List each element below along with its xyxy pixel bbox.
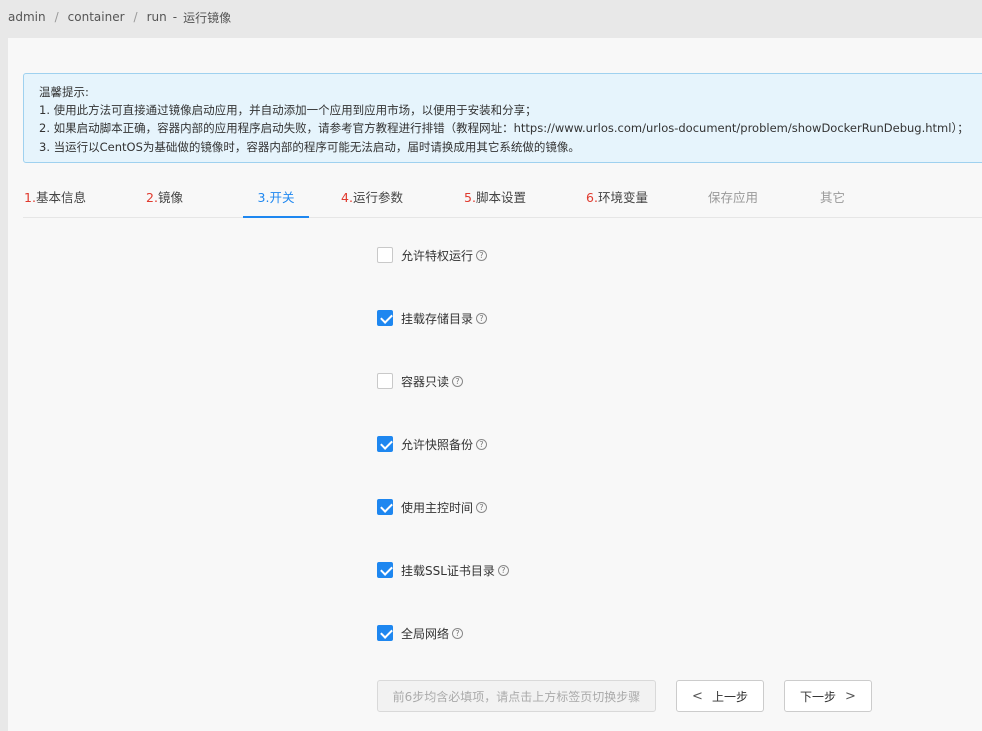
option-label: 全局网络: [401, 626, 450, 641]
tab-number: 3.: [257, 190, 270, 205]
help-icon[interactable]: ?: [452, 375, 464, 387]
help-icon[interactable]: ?: [497, 564, 509, 576]
tab-number: 4.: [341, 190, 353, 205]
tab-env-vars[interactable]: 6.环境变量: [586, 180, 648, 218]
option-mount-storage[interactable]: 挂载存储目录 ?: [377, 309, 488, 327]
tab-label: 环境变量: [597, 190, 648, 205]
notice-line-3: 3. 当运行以CentOS为基础做的镜像时，容器内部的程序可能无法启动，届时请换…: [39, 139, 580, 154]
chevron-left-icon: <: [692, 688, 703, 704]
tab-number: 6.: [586, 190, 598, 205]
tab-label: 保存应用: [708, 190, 759, 205]
breadcrumb-current: 运行镜像: [183, 10, 232, 25]
tab-label: 运行参数: [352, 190, 403, 205]
option-label: 挂载存储目录: [401, 311, 474, 326]
option-privileged[interactable]: 允许特权运行 ?: [377, 246, 488, 264]
readonly-checkbox[interactable]: [377, 373, 393, 389]
mount-storage-checkbox[interactable]: [377, 310, 393, 326]
option-global-network[interactable]: 全局网络 ?: [377, 624, 464, 642]
notice-box: 温馨提示: 1. 使用此方法可直接通过镜像启动应用，并自动添加一个应用到应用市场…: [23, 73, 982, 163]
prev-step-label: 上一步: [711, 689, 748, 704]
notice-line-2: 2. 如果启动脚本正确，容器内部的应用程序启动失败，请参考官方教程进行排错（教程…: [39, 121, 969, 136]
prev-step-button[interactable]: < 上一步: [676, 680, 764, 712]
breadcrumb-container[interactable]: container: [68, 10, 125, 24]
tab-number: 5.: [464, 190, 476, 205]
step-tabs: 1.基本信息 2.镜像 3.开关 4.运行参数 5.脚本设置 6.环境变量 保存…: [23, 180, 982, 218]
notice-line-1: 1. 使用此方法可直接通过镜像启动应用，并自动添加一个应用到应用市场，以便用于安…: [39, 103, 537, 118]
next-step-button[interactable]: 下一步 >: [784, 680, 872, 712]
main-panel: 温馨提示: 1. 使用此方法可直接通过镜像启动应用，并自动添加一个应用到应用市场…: [8, 38, 982, 731]
help-icon[interactable]: ?: [476, 312, 488, 324]
next-step-label: 下一步: [800, 689, 837, 704]
tab-basic-info[interactable]: 1.基本信息: [24, 180, 86, 218]
breadcrumb-separator: /: [133, 10, 138, 24]
breadcrumb-admin[interactable]: admin: [8, 10, 46, 24]
option-label: 容器只读: [401, 374, 450, 389]
notice-title: 温馨提示:: [39, 85, 89, 99]
global-network-checkbox[interactable]: [377, 625, 393, 641]
required-hint-button: 前6步均含必填项，请点击上方标签页切换步骤: [377, 680, 656, 712]
tab-run-params[interactable]: 4.运行参数: [341, 180, 403, 218]
option-snapshot-backup[interactable]: 允许快照备份 ?: [377, 435, 488, 453]
option-master-time[interactable]: 使用主控时间 ?: [377, 498, 488, 516]
snapshot-backup-checkbox[interactable]: [377, 436, 393, 452]
tab-other: 其它: [820, 180, 845, 218]
tab-number: 2.: [146, 190, 158, 205]
tab-image[interactable]: 2.镜像: [146, 180, 183, 218]
tab-label: 其它: [820, 190, 846, 205]
option-label: 挂载SSL证书目录: [401, 563, 495, 578]
privileged-checkbox[interactable]: [377, 247, 393, 263]
option-label: 允许特权运行: [401, 248, 474, 263]
chevron-right-icon: >: [845, 688, 856, 704]
help-icon[interactable]: ?: [452, 627, 464, 639]
tab-label: 基本信息: [35, 190, 86, 205]
breadcrumb-separator: /: [54, 10, 59, 24]
tab-label: 脚本设置: [475, 190, 526, 205]
option-readonly[interactable]: 容器只读 ?: [377, 372, 464, 390]
tab-save-app: 保存应用: [708, 180, 758, 218]
help-icon[interactable]: ?: [476, 249, 488, 261]
tab-label: 开关: [269, 190, 295, 205]
tab-script-settings[interactable]: 5.脚本设置: [464, 180, 526, 218]
option-label: 允许快照备份: [401, 437, 474, 452]
breadcrumb-run[interactable]: run: [147, 10, 167, 24]
option-label: 使用主控时间: [401, 500, 474, 515]
tab-switches[interactable]: 3.开关: [243, 180, 309, 218]
help-icon[interactable]: ?: [476, 501, 488, 513]
master-time-checkbox[interactable]: [377, 499, 393, 515]
tab-number: 1.: [24, 190, 36, 205]
mount-ssl-checkbox[interactable]: [377, 562, 393, 578]
option-mount-ssl[interactable]: 挂载SSL证书目录 ?: [377, 561, 509, 579]
breadcrumb: admin / container / run - 运行镜像: [8, 9, 231, 25]
help-icon[interactable]: ?: [476, 438, 488, 450]
tab-label: 镜像: [157, 190, 183, 205]
breadcrumb-dash: -: [172, 10, 178, 24]
